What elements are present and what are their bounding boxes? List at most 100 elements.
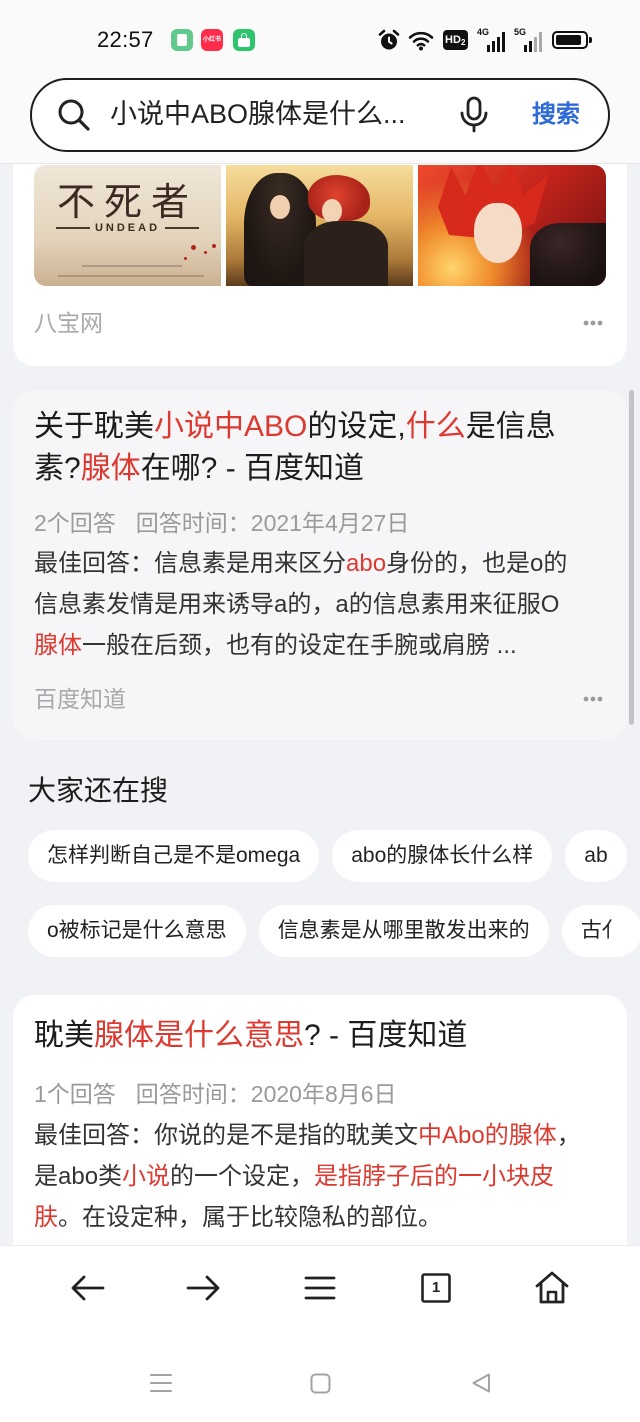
snippet-line: 信息素发情是用来诱导a的，a的信息素用来征服O [34, 584, 614, 625]
more-options-icon[interactable] [583, 696, 603, 702]
back-arrow-icon[interactable] [70, 1274, 106, 1302]
wifi-icon [408, 31, 434, 51]
browser-header: 22:57 小红书 HD 2 4G 5G 小说中ABO腺体是什么... 搜索 [0, 0, 640, 164]
figure-face [322, 199, 342, 223]
poster-fine-print [58, 275, 204, 277]
related-search-chip[interactable]: 信息素是从哪里散发出来的 [258, 905, 549, 957]
shopping-bag-app-icon [233, 29, 255, 51]
answer-time: 回答时间：2021年4月27日 [135, 510, 410, 536]
title-keyword-highlight[interactable]: 小说中ABO [154, 410, 307, 443]
snippet-text: 最佳回答：信息素是用来区分 [34, 550, 346, 577]
snippet-keyword-highlight: abo [346, 550, 387, 577]
forward-arrow-icon[interactable] [185, 1274, 221, 1302]
scrollbar[interactable] [629, 390, 634, 725]
battery-body [552, 31, 588, 49]
snippet-keyword-highlight: 腺体 [34, 632, 82, 659]
snippet-text: 一般在后颈，也有的设定在手腕或肩膀 ... [82, 632, 517, 659]
figure-silhouette [304, 221, 388, 286]
related-search-chip[interactable]: o被标记是什么意思 [28, 905, 246, 957]
result-source-row: 八宝网 [34, 309, 606, 337]
home-square-icon[interactable] [310, 1373, 331, 1394]
search-icon[interactable] [56, 97, 91, 132]
notes-glyph [177, 34, 187, 46]
home-icon[interactable] [535, 1271, 569, 1304]
related-search-chip[interactable]: ab [565, 830, 627, 882]
qa-result-card[interactable]: 关于耽美小说中ABO的设定,什么是信息 素?腺体在哪? - 百度知道 2个回答 回答… [13, 390, 627, 740]
snippet-line: 肤。在设定种，属于比较隐私的部位。 [34, 1197, 614, 1238]
recent-apps-icon[interactable] [149, 1372, 173, 1394]
related-search-chip[interactable]: 古亻 [561, 905, 640, 957]
back-triangle-icon[interactable] [470, 1372, 492, 1394]
figure-face [270, 195, 290, 219]
answer-count: 1个回答 [34, 1081, 116, 1107]
paint-splatter [184, 257, 187, 260]
poster-subtitle: UNDEAD [94, 222, 161, 234]
paint-splatter [212, 244, 216, 248]
title-line[interactable]: 耽美腺体是什么意思? - 百度知道 [34, 1015, 614, 1057]
title-text[interactable]: 的设定, [307, 410, 405, 443]
bag-body [238, 38, 250, 47]
divider [165, 227, 200, 229]
result-meta: 2个回答 回答时间：2021年4月27日 [34, 509, 409, 537]
title-text[interactable]: ? - 百度知道 [304, 1019, 467, 1052]
snippet-keyword-highlight: 是指脖子后的一小块皮 [314, 1163, 555, 1190]
related-search-chip[interactable]: 怎样判断自己是不是omega [28, 830, 320, 882]
result-thumbnail[interactable] [226, 165, 413, 286]
tabs-icon[interactable]: 1 [421, 1273, 451, 1303]
answer-count: 2个回答 [34, 510, 116, 536]
related-search-chip[interactable]: abo的腺体长什么样 [332, 830, 553, 882]
search-input[interactable]: 小说中ABO腺体是什么... [110, 80, 430, 149]
snippet-text: 身份的，也是o的 [386, 550, 568, 577]
result-title-link[interactable]: 关于耽美小说中ABO的设定,什么是信息 素?腺体在哪? - 百度知道 [34, 406, 614, 490]
paint-splatter [191, 245, 196, 250]
poster-fine-print [82, 265, 182, 267]
title-keyword-highlight[interactable]: 腺体是什么意思 [94, 1019, 304, 1052]
snippet-text: 信息素发情是用来诱导a的，a的信息素用来征服O [34, 591, 560, 618]
title-keyword-highlight[interactable]: 腺体 [81, 452, 141, 485]
notes-app-icon [171, 29, 193, 51]
more-options-icon[interactable] [583, 320, 603, 326]
related-searches-heading: 大家还在搜 [28, 775, 169, 806]
status-time: 22:57 [97, 27, 154, 52]
title-line[interactable]: 素?腺体在哪? - 百度知道 [34, 448, 614, 490]
result-meta: 1个回答 回答时间：2020年8月6日 [34, 1080, 397, 1108]
poster-subtitle-row: UNDEAD [34, 221, 221, 235]
snippet-keyword-highlight: 小说 [122, 1163, 171, 1190]
title-text[interactable]: 是信息 [466, 410, 556, 443]
divider [55, 227, 90, 229]
result-snippet: 最佳回答：你说的是不是指的耽美文中Abo的腺体， 是abo类小说的一个设定，是指脖… [34, 1115, 614, 1238]
title-line[interactable]: 关于耽美小说中ABO的设定,什么是信息 [34, 406, 614, 448]
menu-icon[interactable] [304, 1274, 336, 1302]
result-source-row: 百度知道 [34, 685, 606, 713]
search-bar[interactable]: 小说中ABO腺体是什么... 搜索 [30, 78, 610, 152]
hd-voice-icon: HD 2 [443, 30, 468, 50]
title-text[interactable]: 在哪? - 百度知道 [141, 452, 364, 485]
snippet-line: 是abo类小说的一个设定，是指脖子后的一小块皮 [34, 1156, 614, 1197]
answer-time: 回答时间：2020年8月6日 [135, 1081, 397, 1107]
title-text[interactable]: 素? [34, 452, 81, 485]
battery-cap [589, 37, 592, 43]
source-name: 八宝网 [34, 310, 103, 336]
snippet-line: 最佳回答：你说的是不是指的耽美文中Abo的腺体， [34, 1115, 614, 1156]
image-thumbnails: 不死者 UNDEAD [34, 165, 606, 286]
tab-count: 1 [431, 1279, 441, 1296]
search-button[interactable]: 搜索 [532, 80, 580, 149]
title-keyword-highlight[interactable]: 什么 [406, 410, 466, 443]
microphone-icon[interactable] [457, 96, 491, 134]
xiaohongshu-logo-text: 小红书 [202, 37, 221, 43]
snippet-line: 腺体一般在后颈，也有的设定在手腕或肩膀 ... [34, 625, 614, 666]
snippet-text: ， [556, 1122, 581, 1149]
result-title-link[interactable]: 耽美腺体是什么意思? - 百度知道 [34, 1015, 614, 1057]
snippet-keyword-highlight: 肤 [34, 1204, 58, 1231]
poster-title: 不死者 [56, 180, 198, 224]
title-text[interactable]: 关于耽美 [34, 410, 154, 443]
signal-5g-icon: 5G [514, 27, 543, 52]
snippet-text: 最佳回答：你说的是不是指的耽美文 [34, 1122, 418, 1149]
result-snippet: 最佳回答：信息素是用来区分abo身份的，也是o的信息素发情是用来诱导a的，a的信… [34, 543, 614, 666]
title-text[interactable]: 耽美 [34, 1019, 94, 1052]
paint-splatter [204, 251, 207, 254]
source-name: 百度知道 [34, 686, 126, 712]
result-thumbnail[interactable] [418, 165, 606, 286]
result-thumbnail[interactable]: 不死者 UNDEAD [34, 165, 221, 286]
related-searches-row: 怎样判断自己是不是omega abo的腺体长什么样 ab [28, 830, 640, 882]
